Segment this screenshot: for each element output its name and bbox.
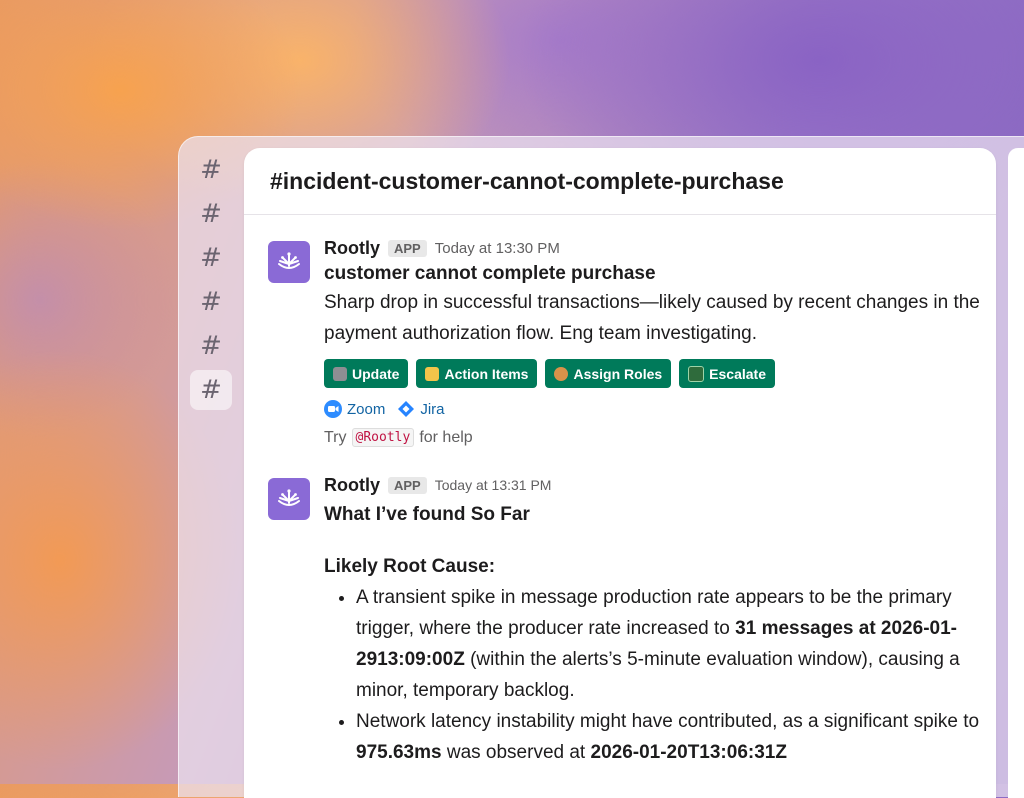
rootly-logo-icon [278, 252, 300, 269]
escalate-button-label: Escalate [709, 365, 766, 382]
help-hint: Try @Rootly for help [324, 428, 984, 447]
channel-icon-1[interactable]: # [190, 150, 232, 190]
rootly-avatar[interactable] [268, 241, 310, 283]
findings-title: What I’ve found So Far [324, 504, 530, 525]
channel-icon-5[interactable]: # [190, 326, 232, 366]
channel-panel: #incident-customer-cannot-complete-purch… [244, 148, 996, 798]
pager-icon [688, 365, 705, 382]
timestamp[interactable]: Today at 13:30 PM [435, 240, 560, 257]
action-items-button[interactable]: Action Items [416, 359, 538, 388]
channel-icon-3[interactable]: # [190, 238, 232, 278]
rootly-logo-icon [278, 489, 300, 506]
memo-icon [425, 366, 440, 381]
app-badge: APP [388, 476, 427, 494]
update-button[interactable]: Update [324, 359, 409, 388]
sender-name[interactable]: Rootly [324, 475, 380, 496]
secondary-panel-edge [1008, 148, 1024, 798]
jira-link-label: Jira [420, 400, 445, 418]
list-item: A transient spike in message production … [356, 582, 984, 706]
list-item: Network latency instability might have c… [356, 706, 984, 768]
escalate-button[interactable]: Escalate [679, 359, 775, 388]
jira-link[interactable]: Jira [397, 400, 445, 418]
zoom-link[interactable]: Zoom [324, 400, 385, 418]
root-cause-list: A transient spike in message production … [324, 582, 984, 768]
channel-rail: # # # # # # [190, 150, 234, 414]
incident-summary: Sharp drop in successful transactions—li… [324, 292, 980, 344]
integration-links: Zoom Jira [324, 400, 984, 418]
control-knobs-icon [333, 366, 347, 381]
rootly-avatar[interactable] [268, 478, 310, 520]
incident-title: customer cannot complete purchase [324, 263, 656, 284]
sender-name[interactable]: Rootly [324, 238, 380, 259]
message-meta: Rootly APP Today at 13:30 PM [324, 237, 984, 259]
assign-roles-button-label: Assign Roles [573, 365, 663, 382]
person-icon [554, 366, 569, 381]
channel-header: #incident-customer-cannot-complete-purch… [244, 148, 996, 215]
channel-icon-4[interactable]: # [190, 282, 232, 322]
jira-icon [398, 401, 415, 417]
zoom-icon [324, 400, 342, 418]
action-buttons: Update Action Items Assign Roles Escalat… [324, 359, 984, 388]
assign-roles-button[interactable]: Assign Roles [545, 359, 672, 388]
app-badge: APP [388, 239, 427, 257]
update-button-label: Update [352, 365, 400, 382]
hint-suffix: for help [419, 428, 473, 446]
message-body: Rootly APP Today at 13:31 PM What I’ve f… [324, 474, 984, 768]
rootly-mention-code[interactable]: @Rootly [351, 428, 415, 447]
timestamp[interactable]: Today at 13:31 PM [435, 477, 552, 493]
root-cause-heading: Likely Root Cause: [324, 556, 496, 577]
channel-icon-2[interactable]: # [190, 194, 232, 234]
message-body: Rootly APP Today at 13:30 PM customer ca… [324, 237, 984, 447]
channel-title[interactable]: #incident-customer-cannot-complete-purch… [270, 168, 784, 195]
hint-prefix: Try [324, 428, 347, 446]
message-meta: Rootly APP Today at 13:31 PM [324, 474, 984, 496]
zoom-link-label: Zoom [347, 400, 386, 418]
action-items-button-label: Action Items [444, 365, 529, 382]
channel-icon-active[interactable]: # [190, 370, 232, 410]
